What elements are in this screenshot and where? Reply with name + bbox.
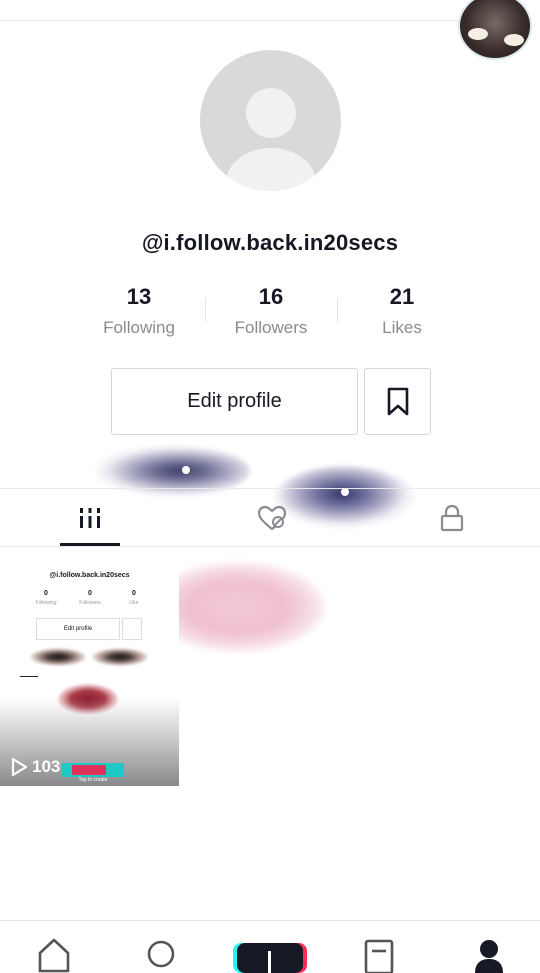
likes-label: Likes xyxy=(382,318,422,337)
video-thumbnail[interactable]: @i.follow.back.in20secs 0 Following 0 Fo… xyxy=(0,548,179,786)
following-label: Following xyxy=(103,318,175,337)
bookmark-button[interactable] xyxy=(364,368,431,435)
thumb-eye-right xyxy=(92,648,148,666)
tabs-top-divider xyxy=(0,488,540,489)
thumb-following: 0 Following xyxy=(26,590,66,606)
tab-videos[interactable] xyxy=(60,496,120,540)
tab-liked[interactable] xyxy=(250,500,294,536)
thumb-likes-label: Like xyxy=(129,600,139,606)
discover-icon xyxy=(147,940,175,968)
username: @i.follow.back.in20secs xyxy=(141,230,399,255)
bookmark-icon xyxy=(387,387,408,415)
create-icon xyxy=(268,951,271,973)
following-count: 13 xyxy=(126,284,152,309)
overlay-eye-left xyxy=(95,445,250,497)
thumb-followers: 0 Followers xyxy=(70,590,110,606)
edit-profile-button[interactable]: Edit profile xyxy=(111,368,358,435)
followers-label: Followers xyxy=(234,318,308,337)
tab-private[interactable] xyxy=(430,500,474,536)
liked-hidden-icon xyxy=(257,505,287,531)
thumb-username: @i.follow.back.in20secs xyxy=(49,572,130,579)
create-button[interactable] xyxy=(237,943,303,973)
thumb-likes-count: 0 xyxy=(132,590,136,597)
overlay-face-image xyxy=(458,0,532,60)
inbox-icon xyxy=(364,939,394,973)
likes-stat[interactable]: 21 Likes xyxy=(337,284,467,338)
nav-home[interactable] xyxy=(32,933,76,973)
lock-icon xyxy=(440,504,464,532)
avatar-placeholder-icon xyxy=(246,88,296,138)
followers-stat[interactable]: 16 Followers xyxy=(206,284,336,338)
home-icon xyxy=(38,938,70,973)
me-icon xyxy=(475,940,503,973)
header-divider xyxy=(0,20,460,21)
grid-icon xyxy=(80,508,100,528)
nav-me[interactable] xyxy=(465,933,509,973)
overlay-eye-right xyxy=(275,466,415,528)
view-count: 103 xyxy=(10,757,60,777)
bottom-nav xyxy=(0,920,540,973)
thumb-edit-button: Edit profile xyxy=(36,618,120,640)
tabs-bottom-divider xyxy=(0,546,540,547)
thumb-bookmark-icon xyxy=(122,618,142,640)
followers-count: 16 xyxy=(258,284,284,309)
thumb-following-count: 0 xyxy=(44,590,48,597)
thumb-likes: 0 Like xyxy=(114,590,154,606)
following-stat[interactable]: 13 Following xyxy=(74,284,204,338)
thumb-eye-left xyxy=(30,648,86,666)
likes-count: 21 xyxy=(389,284,415,309)
nav-discover[interactable] xyxy=(138,933,182,973)
thumb-followers-count: 0 xyxy=(88,590,92,597)
thumb-tap-label: Tap to create xyxy=(78,777,108,783)
nav-inbox[interactable] xyxy=(356,933,400,973)
thumb-following-label: Following xyxy=(35,600,57,606)
thumb-followers-label: Followers xyxy=(79,600,101,606)
play-icon xyxy=(11,757,28,777)
profile-avatar[interactable] xyxy=(200,50,341,191)
view-count-value: 103 xyxy=(32,757,61,776)
